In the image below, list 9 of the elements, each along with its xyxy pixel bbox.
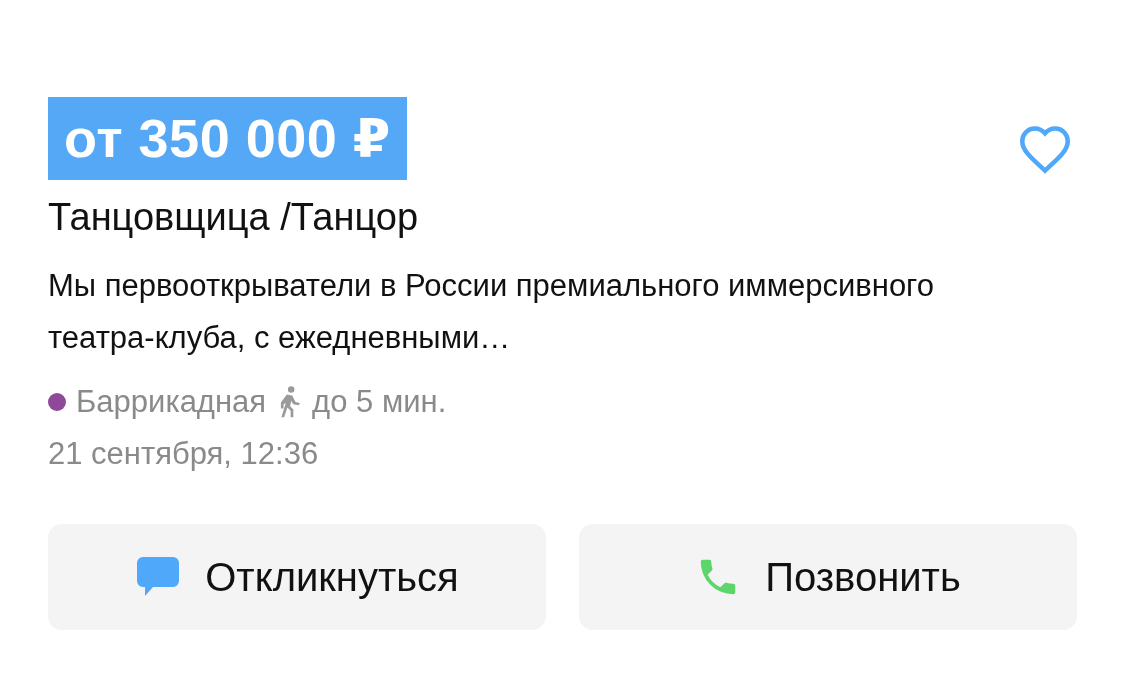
call-button[interactable]: Позвонить [579, 524, 1077, 630]
heart-icon[interactable] [1017, 124, 1073, 174]
metro-station: Баррикадная [76, 383, 267, 421]
walk-time: до 5 мин. [312, 383, 447, 421]
price-tag: от 350 000 ₽ [48, 97, 407, 180]
respond-button[interactable]: Откликнуться [48, 524, 546, 630]
job-title: Танцовщица /Танцор [48, 195, 420, 240]
job-description: Мы первооткрыватели в России премиального иммерсивного театра-клуба, с ежедневными… [48, 267, 935, 357]
posted-date: 21 сентября, 12:36 [48, 435, 320, 473]
